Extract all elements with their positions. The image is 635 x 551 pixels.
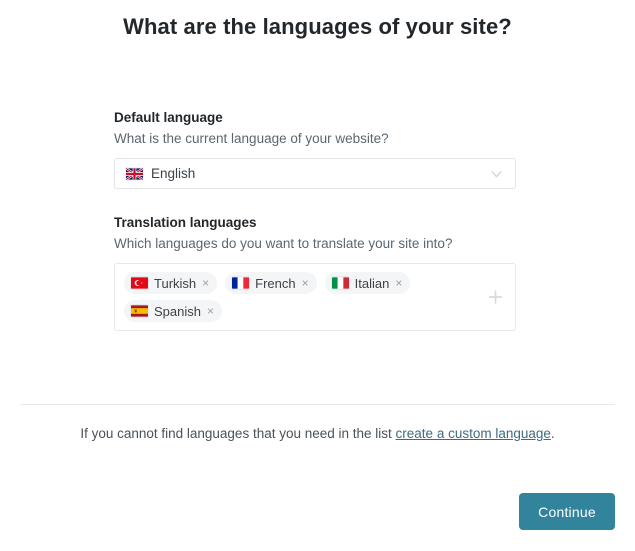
translation-languages-label: Translation languages [114, 215, 257, 230]
turkey-flag-icon [131, 277, 148, 289]
create-custom-language-link[interactable]: create a custom language [396, 426, 551, 441]
default-language-name: English [151, 166, 196, 181]
language-tag-label: French [255, 275, 296, 291]
remove-language-icon[interactable]: × [395, 277, 402, 289]
footer-note: If you cannot find languages that you ne… [0, 426, 635, 441]
plus-icon[interactable] [488, 290, 503, 305]
footer-note-prefix: If you cannot find languages that you ne… [80, 426, 396, 441]
default-language-field: Default language What is the current lan… [114, 109, 516, 189]
remove-language-icon[interactable]: × [202, 277, 209, 289]
france-flag-icon [232, 277, 250, 289]
language-tag[interactable]: Turkish × [124, 272, 218, 294]
uk-flag-icon [126, 167, 143, 180]
section-divider [20, 404, 615, 405]
default-language-hint: What is the current language of your web… [114, 131, 389, 146]
translation-languages-tag-input[interactable]: Turkish × French × Italian × Spanish × [114, 263, 516, 331]
language-tag-label: Turkish [154, 275, 197, 291]
translation-languages-field: Translation languages Which languages do… [114, 214, 516, 331]
chevron-down-icon[interactable] [490, 167, 503, 180]
language-tag[interactable]: Italian × [324, 272, 411, 294]
language-tag[interactable]: French × [225, 272, 317, 294]
language-form: Default language What is the current lan… [114, 109, 516, 331]
remove-language-icon[interactable]: × [207, 305, 214, 317]
page-title: What are the languages of your site? [123, 14, 512, 39]
footer-note-suffix: . [550, 426, 555, 441]
default-language-label: Default language [114, 110, 223, 125]
default-language-select[interactable]: English [114, 158, 516, 189]
continue-button[interactable]: Continue [519, 493, 615, 530]
translation-languages-hint: Which languages do you want to translate… [114, 236, 453, 251]
language-tag[interactable]: Spanish × [124, 300, 222, 322]
italy-flag-icon [331, 277, 349, 289]
remove-language-icon[interactable]: × [302, 277, 309, 289]
language-tag-label: Italian [354, 275, 390, 291]
spain-flag-icon [131, 305, 148, 317]
language-tag-label: Spanish [154, 303, 201, 319]
default-language-selected-value: English [126, 166, 195, 181]
language-tag-list: Turkish × French × Italian × Spanish × [124, 272, 484, 322]
